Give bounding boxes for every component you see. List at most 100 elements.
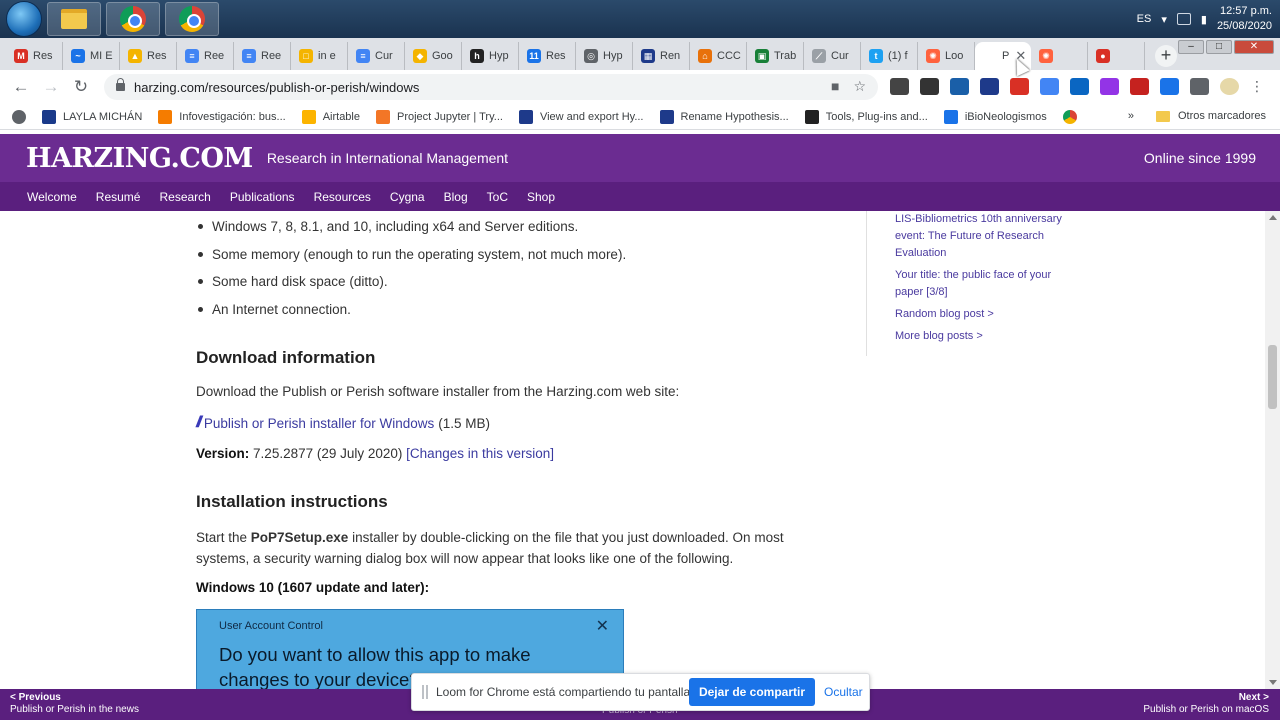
chrome-color-icon[interactable] <box>1062 109 1077 124</box>
browser-tab[interactable]: ▲ Res <box>120 42 177 70</box>
browser-tab[interactable]: ≡ Cur <box>348 42 405 70</box>
previous-link[interactable]: < Previous Publish or Perish in the news <box>10 692 139 716</box>
drag-handle-icon[interactable] <box>422 685 428 699</box>
tab-title: Res <box>546 50 566 62</box>
extension-icon[interactable] <box>1130 78 1149 95</box>
bookmark-item[interactable]: LAYLA MICHÁN <box>42 109 143 124</box>
tab-favicon-icon: ◎ <box>584 49 598 63</box>
bookmark-favicon-icon <box>42 109 56 124</box>
browser-tab[interactable]: ◎ Hyp <box>576 42 633 70</box>
browser-tab[interactable]: t (1) f <box>861 42 918 70</box>
extension-icon[interactable] <box>1040 78 1059 95</box>
close-icon: ✕ <box>595 618 609 635</box>
globe-icon[interactable] <box>12 109 26 124</box>
browser-tab[interactable]: ▦ Ren <box>633 42 690 70</box>
browser-tab[interactable]: ● <box>1088 42 1145 70</box>
changes-link[interactable]: [Changes in this version] <box>406 446 554 461</box>
next-link[interactable]: Next > Publish or Perish on macOS <box>1143 692 1269 716</box>
scroll-down-icon[interactable] <box>1269 680 1277 685</box>
extension-icon[interactable] <box>890 78 909 95</box>
puzzle-icon[interactable] <box>1190 78 1209 95</box>
tab-favicon-icon: □ <box>299 49 313 63</box>
taskbar-explorer-button[interactable] <box>47 2 101 36</box>
clock[interactable]: 12:57 p.m. 25/08/2020 <box>1217 4 1272 34</box>
signal-icon[interactable]: ▮ <box>1201 13 1207 26</box>
sidebar-blog-link[interactable]: Your title: the public face of your pape… <box>895 267 1070 301</box>
browser-tab[interactable]: ≡ Ree <box>177 42 234 70</box>
scroll-up-icon[interactable] <box>1269 215 1277 220</box>
other-bookmarks[interactable]: Otros marcadores <box>1178 110 1266 122</box>
site-nav-item[interactable]: Cygna <box>390 190 425 204</box>
bookmark-label: LAYLA MICHÁN <box>63 110 143 123</box>
bookmark-item[interactable]: Tools, Plug-ins and... <box>804 109 928 124</box>
bookmarks-overflow-button[interactable]: » <box>1128 110 1134 122</box>
language-indicator[interactable]: ES <box>1137 13 1152 25</box>
address-bar[interactable]: harzing.com/resources/publish-or-perish/… <box>104 74 878 100</box>
browser-tab[interactable]: h Hyp <box>462 42 519 70</box>
window-close-button[interactable]: ✕ <box>1234 40 1274 54</box>
extension-icon[interactable] <box>920 78 939 95</box>
extension-icon[interactable] <box>1070 78 1089 95</box>
browser-tab[interactable]: ▣ Trab <box>747 42 804 70</box>
browser-tab[interactable]: ⟋ Cur <box>804 42 861 70</box>
bookmark-item[interactable]: iBioNeologismos <box>943 109 1047 124</box>
maximize-button[interactable]: □ <box>1206 40 1232 54</box>
site-logo[interactable]: HARZING.COM <box>26 143 253 174</box>
tab-favicon-icon: 11 <box>527 49 541 63</box>
bookmark-item[interactable]: Infovestigación: bus... <box>158 109 286 124</box>
lock-icon[interactable] <box>116 78 125 91</box>
browser-tab[interactable]: ⌂ CCC <box>690 42 747 70</box>
site-header: HARZING.COM Research in International Ma… <box>0 134 1280 182</box>
browser-tab[interactable]: ✺ Loo <box>918 42 975 70</box>
camera-icon[interactable]: ■ <box>831 78 839 95</box>
site-nav-item[interactable]: Shop <box>527 190 555 204</box>
site-nav-item[interactable]: Publications <box>230 190 295 204</box>
page-scrollbar[interactable] <box>1265 211 1280 689</box>
browser-tab[interactable]: 11 Res <box>519 42 576 70</box>
site-nav-item[interactable]: Welcome <box>27 190 77 204</box>
hide-button[interactable]: Ocultar <box>824 685 863 699</box>
bookmark-item[interactable]: Project Jupyter | Try... <box>375 109 503 124</box>
minimize-button[interactable]: – <box>1178 40 1204 54</box>
reload-icon[interactable]: ↻ <box>66 77 96 97</box>
sidebar-blog-link[interactable]: LIS-Bibliometrics 10th anniversary event… <box>895 211 1070 262</box>
bookmark-item[interactable]: Airtable <box>301 109 360 124</box>
tab-favicon-icon: ≡ <box>356 49 370 63</box>
site-nav-item[interactable]: Resources <box>314 190 371 204</box>
taskbar-chrome-button-2[interactable] <box>165 2 219 36</box>
browser-tab[interactable]: ◆ Goo <box>405 42 462 70</box>
avatar[interactable] <box>1220 78 1239 95</box>
installer-link[interactable]: Publish or Perish installer for Windows <box>204 416 434 431</box>
bookmark-item[interactable]: View and export Hy... <box>518 109 644 124</box>
browser-tab[interactable]: □ in e <box>291 42 348 70</box>
sidebar-blog-link[interactable]: More blog posts > <box>895 328 1070 345</box>
site-nav-item[interactable]: ToC <box>487 190 508 204</box>
extension-icon[interactable] <box>1100 78 1119 95</box>
browser-tab[interactable]: M Res <box>6 42 63 70</box>
start-button[interactable] <box>6 1 42 37</box>
bookmark-item[interactable]: Rename Hypothesis... <box>659 109 789 124</box>
tray-expand-icon[interactable]: ▾ <box>1161 13 1167 26</box>
scroll-thumb[interactable] <box>1268 345 1277 409</box>
menu-dots-icon[interactable]: ⋮ <box>1250 78 1264 95</box>
site-nav-item[interactable]: Blog <box>444 190 468 204</box>
stop-sharing-button[interactable]: Dejar de compartir <box>689 678 815 706</box>
site-nav-item[interactable]: Research <box>159 190 210 204</box>
browser-tab[interactable]: ~ MI E <box>63 42 120 70</box>
sidebar-blog-link[interactable]: Random blog post > <box>895 306 1070 323</box>
extension-icon[interactable] <box>980 78 999 95</box>
tab-title: Loo <box>945 50 964 62</box>
new-tab-button[interactable]: + <box>1155 45 1177 67</box>
browser-tab[interactable]: ≡ Ree <box>234 42 291 70</box>
extension-icon[interactable] <box>1010 78 1029 95</box>
tab-title: Cur <box>375 50 393 62</box>
taskbar-chrome-button[interactable] <box>106 2 160 36</box>
browser-tab[interactable]: ✺ <box>1031 42 1088 70</box>
battery-icon[interactable] <box>1176 13 1191 25</box>
site-nav-item[interactable]: Resumé <box>96 190 141 204</box>
extension-icon[interactable] <box>1160 78 1179 95</box>
back-icon[interactable]: ← <box>6 77 36 97</box>
forward-icon[interactable]: → <box>36 77 66 97</box>
bookmark-star-icon[interactable]: ☆ <box>853 78 866 95</box>
extension-icon[interactable] <box>950 78 969 95</box>
